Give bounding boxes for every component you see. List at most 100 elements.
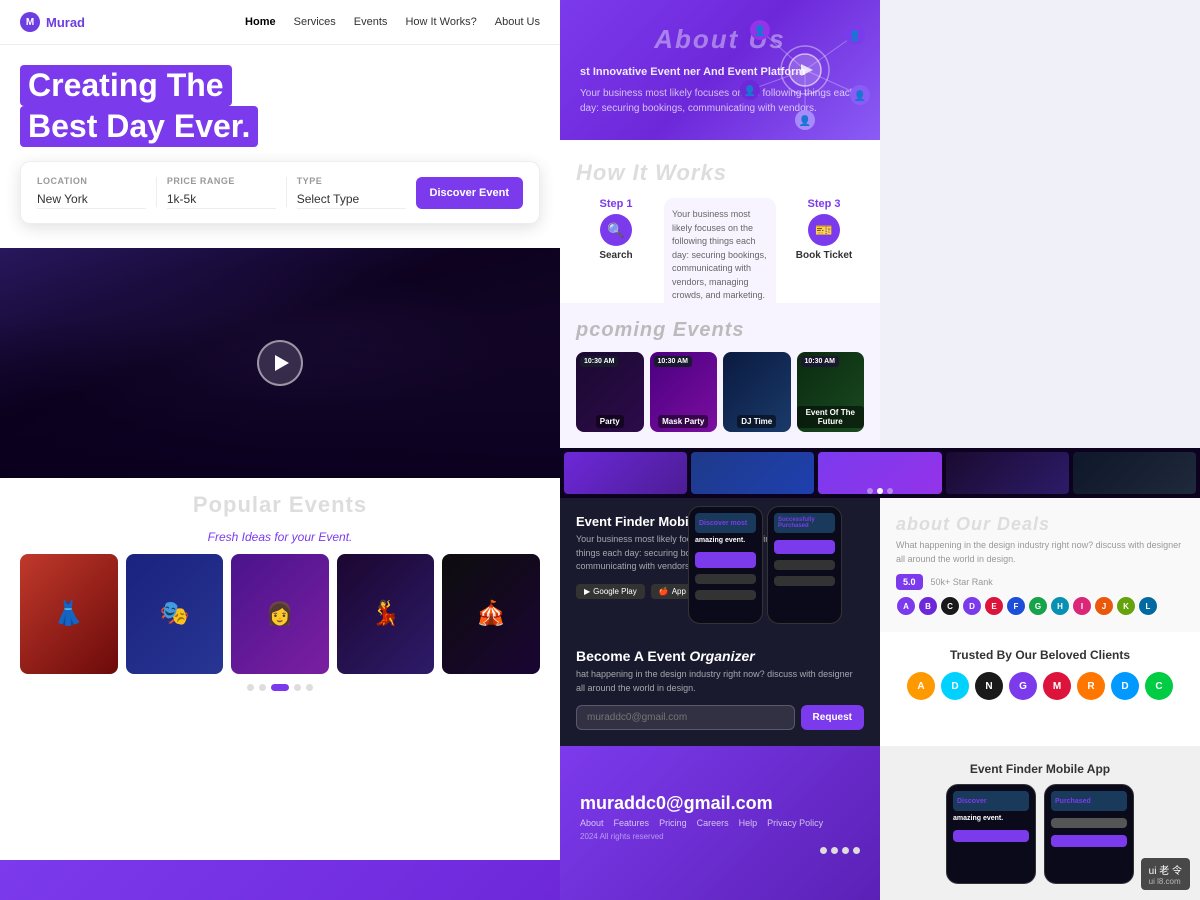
location-field: LOCATION New York [37, 176, 146, 209]
hero-title: Creating The Best Day Ever. [20, 65, 540, 147]
top-photo-1 [564, 452, 687, 494]
footer-dot-3[interactable] [842, 847, 849, 854]
popular-section: Popular Events Fresh Ideas for your Even… [0, 478, 560, 705]
about-section: About Us st Innovative Event ner And Eve… [560, 0, 880, 140]
nav-home[interactable]: Home [245, 16, 276, 28]
type-select[interactable]: Select Type [297, 190, 406, 209]
divider-2 [286, 177, 287, 207]
step-3-name: Book Ticket [784, 250, 864, 261]
request-button[interactable]: Request [801, 705, 864, 730]
footer-links: About Features Pricing Careers Help Priv… [580, 818, 860, 828]
play-icon: ▶ [584, 587, 590, 596]
phone-mock-2: Successfully Purchased [767, 506, 842, 624]
phone-header-2: Successfully Purchased [774, 513, 835, 533]
avatar-8: H [1050, 596, 1070, 616]
top-dot-2[interactable] [877, 488, 883, 494]
popular-title: Popular Events [20, 492, 540, 518]
top-photo-5 [1073, 452, 1196, 494]
trusted-section: Trusted By Our Beloved Clients A D N G M… [880, 632, 1200, 746]
svg-text:👤: 👤 [799, 114, 811, 127]
footer-careers[interactable]: Careers [697, 818, 729, 828]
navbar: M Murad Home Services Events How It Work… [0, 0, 560, 45]
organizer-input-row: Request [576, 705, 864, 730]
app-promo-section: Event Finder Mobile App Your business mo… [560, 498, 880, 632]
search-bar: LOCATION New York PRICE RANGE 1k-5k TYPE [20, 161, 540, 224]
upcoming-event-2[interactable]: 10:30 AM Mask Party [650, 352, 718, 432]
step-3-icon: 🎫 [808, 214, 840, 246]
video-section [0, 248, 560, 478]
step-1-label: Step 1 [576, 198, 656, 210]
logo-text: Murad [46, 15, 85, 30]
dot-5[interactable] [306, 684, 313, 691]
nav-events[interactable]: Events [354, 16, 388, 28]
svg-text:👤: 👤 [744, 84, 756, 97]
google-play-label: Google Play [593, 587, 637, 596]
event-card-5[interactable]: 🎪 [442, 554, 540, 674]
deals-title: about Our Deals [896, 514, 1184, 535]
navbar-links: Home Services Events How It Works? About… [245, 16, 540, 28]
top-dot-3[interactable] [887, 488, 893, 494]
play-button[interactable] [257, 340, 303, 386]
event-card-2[interactable]: 🎭 [126, 554, 224, 674]
right-panel: About Us st Innovative Event ner And Eve… [560, 0, 1200, 900]
top-dot-1[interactable] [867, 488, 873, 494]
footer-privacy[interactable]: Privacy Policy [767, 818, 823, 828]
avatar-12: L [1138, 596, 1158, 616]
footer-features[interactable]: Features [614, 818, 650, 828]
event-card-3[interactable]: 👩 [231, 554, 329, 674]
avatar-3: C [940, 596, 960, 616]
time-badge-4: 10:30 AM [801, 356, 839, 367]
top-photo-2 [691, 452, 814, 494]
nav-services[interactable]: Services [294, 16, 336, 28]
organizer-desc: hat happening in the design industry rig… [576, 668, 864, 695]
navbar-logo[interactable]: M Murad [20, 12, 85, 32]
organizer-title: Become A Event Organizer [576, 648, 864, 664]
upcoming-section: pcoming Events 10:30 AM Party 10:30 AM M… [560, 303, 880, 448]
upcoming-event-4[interactable]: 10:30 AM Event Of The Future [797, 352, 865, 432]
step-center-card: Your business most likely focuses on the… [664, 198, 776, 303]
client-logos: A D N G M R D C [896, 672, 1184, 700]
price-select[interactable]: 1k-5k [167, 190, 276, 209]
nav-how-it-works[interactable]: How It Works? [405, 16, 476, 28]
dots-row [20, 684, 540, 691]
footer-dot-2[interactable] [831, 847, 838, 854]
organizer-title-bold: Organizer [689, 648, 754, 664]
footer-about[interactable]: About [580, 818, 604, 828]
how-section: How It Works Step 1 🔍 Search Your busine… [560, 140, 880, 303]
footer-email: muraddc0@gmail.com [580, 793, 860, 814]
type-field: TYPE Select Type [297, 176, 406, 209]
client-logo-7: D [1111, 672, 1139, 700]
deals-desc: What happening in the design industry ri… [896, 539, 1184, 566]
step-3-label: Step 3 [784, 198, 864, 210]
client-logo-3: N [975, 672, 1003, 700]
organizer-email-input[interactable] [576, 705, 795, 730]
avatar-6: F [1006, 596, 1026, 616]
dot-2[interactable] [259, 684, 266, 691]
avatar-7: G [1028, 596, 1048, 616]
footer-dot-1[interactable] [820, 847, 827, 854]
steps-row: Step 1 🔍 Search Your business most likel… [576, 198, 864, 303]
avatar-2: B [918, 596, 938, 616]
dot-1[interactable] [247, 684, 254, 691]
footer-dots [580, 847, 860, 854]
nav-about[interactable]: About Us [495, 16, 540, 28]
footer-help[interactable]: Help [739, 818, 758, 828]
phone-header-1: Discover most [695, 513, 756, 533]
footer-pricing[interactable]: Pricing [659, 818, 687, 828]
dot-3-active[interactable] [271, 684, 289, 691]
discover-button[interactable]: Discover Event [416, 177, 523, 209]
event-card-1[interactable]: 👗 [20, 554, 118, 674]
rating-value: 5.0 [903, 577, 916, 587]
time-badge-1: 10:30 AM [580, 356, 618, 367]
phone-bottom-1: Discover amazing event. [946, 784, 1036, 884]
upcoming-event-3[interactable]: DJ Time [723, 352, 791, 432]
event-card-4[interactable]: 💃 [337, 554, 435, 674]
google-play-badge[interactable]: ▶ Google Play [576, 584, 645, 599]
trusted-title: Trusted By Our Beloved Clients [896, 648, 1184, 662]
upcoming-event-1[interactable]: 10:30 AM Party [576, 352, 644, 432]
divider-1 [156, 177, 157, 207]
footer-dot-4[interactable] [853, 847, 860, 854]
dot-4[interactable] [294, 684, 301, 691]
avatar-10: J [1094, 596, 1114, 616]
location-select[interactable]: New York [37, 190, 146, 209]
